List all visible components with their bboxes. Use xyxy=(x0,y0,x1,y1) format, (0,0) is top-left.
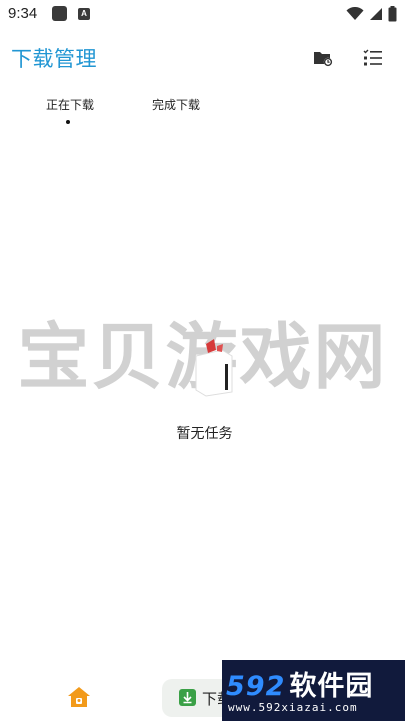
checklist-icon xyxy=(363,49,382,66)
folder-settings-button[interactable] xyxy=(312,48,334,68)
corner-logo-number: 592 xyxy=(226,671,286,702)
status-bar: 9:34 A xyxy=(0,0,405,30)
corner-logo-url: www.592xiazai.com xyxy=(228,701,358,714)
wifi-icon xyxy=(346,7,364,20)
a-badge-icon: A xyxy=(78,8,90,20)
empty-state-message: 暂无任务 xyxy=(176,426,233,442)
home-icon xyxy=(68,687,90,707)
tab-downloading[interactable]: 正在下载 xyxy=(46,96,94,113)
corner-logo-brand: 592 软件园 xyxy=(226,664,373,703)
tab-completed[interactable]: 完成下载 xyxy=(152,96,200,113)
signal-icon xyxy=(370,8,382,20)
empty-state-illustration xyxy=(192,336,236,398)
corner-logo: 592 软件园 www.592xiazai.com xyxy=(222,660,405,721)
app-notification-icon xyxy=(52,6,67,21)
checklist-button[interactable] xyxy=(362,48,384,68)
page-title: 下载管理 xyxy=(11,47,97,71)
download-arrow-icon xyxy=(179,689,196,706)
tab-indicator xyxy=(66,120,70,124)
corner-logo-cn: 软件园 xyxy=(289,671,374,702)
battery-icon xyxy=(388,6,397,22)
status-time: 9:34 xyxy=(8,5,38,22)
status-icons xyxy=(346,5,397,23)
empty-box-icon xyxy=(195,339,233,397)
folder-settings-icon xyxy=(314,52,333,67)
home-button[interactable] xyxy=(67,685,91,709)
